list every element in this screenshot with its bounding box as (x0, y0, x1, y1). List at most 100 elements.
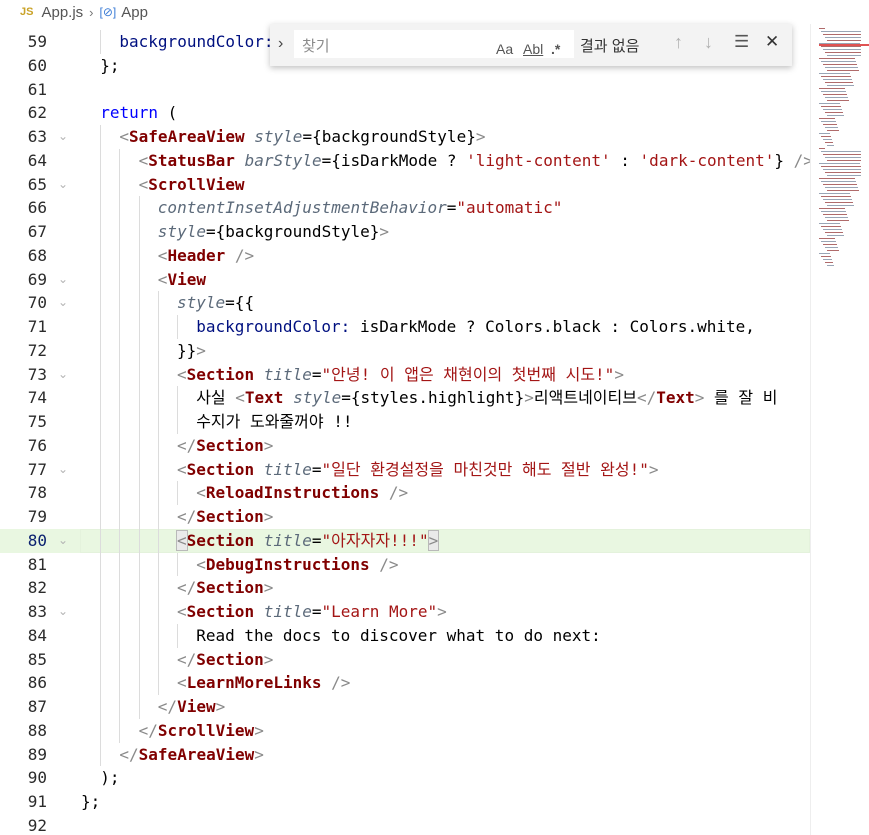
code-line[interactable]: 89 </SafeAreaView> (0, 742, 810, 767)
previous-match-arrow-icon[interactable]: ↑ (674, 32, 683, 53)
indent-guide (138, 291, 140, 315)
fold-chevron-icon[interactable]: ⌄ (58, 600, 68, 624)
code-line[interactable]: 82 </Section> (0, 576, 810, 600)
fold-chevron-icon[interactable]: ⌄ (58, 125, 68, 149)
indent-guide (119, 338, 121, 363)
code-token: > (215, 697, 226, 716)
fold-chevron-icon[interactable]: ⌄ (58, 529, 68, 553)
code-line[interactable]: 85 </Section> (0, 647, 810, 672)
indent-guide (119, 243, 121, 268)
fold-chevron-icon[interactable]: ⌄ (58, 173, 68, 197)
minimap-line (825, 247, 838, 248)
code-line[interactable]: 79 </Section> (0, 505, 810, 529)
indent-guide (157, 386, 159, 410)
indent-guide (100, 552, 102, 577)
code-line[interactable]: 67 style={backgroundStyle}> (0, 220, 810, 244)
whole-word-icon[interactable]: Abl (523, 41, 543, 57)
code-line[interactable]: 62 return ( (0, 101, 810, 125)
minimap[interactable] (810, 24, 869, 835)
code-line[interactable]: 90); (0, 766, 810, 790)
code-token: > (648, 459, 659, 479)
code-line[interactable]: 71 backgroundColor: isDarkMode ? Colors.b… (0, 315, 810, 339)
code-editor[interactable]: 59 backgroundColor: 60}; 61 62 return (63 ⌄ <Sa… (0, 30, 810, 835)
code-token: /> (234, 245, 255, 265)
code-line[interactable]: 86 <LearnMoreLinks /> (0, 671, 810, 695)
code-line[interactable]: 68 <Header /> (0, 243, 810, 268)
indent-guide (119, 410, 121, 434)
code-line[interactable]: 63 ⌄ <SafeAreaView style={backgroundStyle}… (0, 125, 810, 149)
indent-guide (100, 528, 102, 553)
code-token: < (177, 673, 187, 693)
breadcrumb-file[interactable]: App.js (41, 4, 83, 21)
code-line[interactable]: 92 (0, 814, 810, 835)
code-line[interactable]: 88 </ScrollView> (0, 718, 810, 743)
breadcrumb-symbol[interactable]: App (121, 4, 148, 21)
code-token: </ (177, 649, 197, 669)
code-token: < (177, 459, 187, 479)
indent-guide (177, 552, 178, 577)
code-line[interactable]: 83 ⌄ <Section title="Learn More"> (0, 600, 810, 624)
minimap-line (823, 184, 857, 185)
code-token: Section (196, 507, 264, 526)
code-token: barStyle (244, 150, 322, 170)
code-line[interactable]: 81 <DebugInstructions /> (0, 552, 810, 577)
code-line[interactable]: 87 </View> (0, 695, 810, 719)
code-line[interactable]: 84 Read the docs to discover what to do n… (0, 623, 810, 648)
code-text: }; (81, 790, 100, 814)
indent-guide (157, 505, 159, 529)
code-line[interactable]: 73 ⌄ <Section title="안녕! 이 앱은 채현이의 첫번째 시도!… (0, 362, 810, 387)
find-input[interactable]: 찾기 Aa Abl .* (294, 30, 574, 58)
code-token: Text (656, 388, 695, 408)
code-line[interactable]: 78 <ReloadInstructions /> (0, 481, 810, 505)
minimap-line (823, 124, 837, 125)
code-text: <Header /> (158, 244, 254, 268)
minimap-line (823, 94, 847, 95)
indent-guide (138, 528, 140, 553)
indent-guide (119, 623, 121, 648)
code-line[interactable]: 80 ⌄ <Section title="아자자자!!!"> (0, 528, 810, 553)
code-token: Section (196, 435, 264, 455)
code-line[interactable]: 70 ⌄ style={{ (0, 291, 810, 315)
next-match-arrow-icon[interactable]: ↓ (704, 32, 713, 53)
indent-guide (138, 671, 140, 695)
minimap-line (823, 64, 857, 65)
regex-icon[interactable]: .* (551, 41, 560, 57)
code-line[interactable]: 64 <StatusBar barStyle={isDarkMode ? 'lig… (0, 148, 810, 173)
close-icon[interactable]: ✕ (765, 32, 779, 52)
code-line[interactable]: 74 사실 <Text style={styles.highlight}>리액트네… (0, 386, 810, 410)
minimap-line (823, 139, 832, 140)
code-line[interactable]: 69 ⌄ <View (0, 267, 810, 292)
indent-guide (138, 243, 140, 268)
toggle-replace-chevron-icon[interactable]: › (278, 35, 283, 53)
code-line[interactable]: 72}}> (0, 338, 810, 363)
minimap-line (827, 40, 861, 41)
indent-guide (119, 148, 121, 173)
code-token: title (263, 459, 312, 479)
minimap-line (823, 229, 842, 230)
fold-chevron-icon[interactable]: ⌄ (58, 268, 68, 292)
code-text: contentInsetAdjustmentBehavior="automati… (158, 196, 563, 220)
minimap-line (827, 130, 839, 131)
code-text: <View (158, 268, 206, 292)
code-line[interactable]: 77 ⌄ <Section title="일단 환경설정을 마친것만 해도 절반 완… (0, 457, 810, 482)
find-in-selection-icon[interactable]: ☰ (734, 32, 749, 52)
code-line[interactable]: 76 </Section> (0, 433, 810, 458)
code-line[interactable]: 91}; (0, 790, 810, 814)
line-number: 90 (27, 768, 47, 788)
code-line[interactable]: 65 ⌄ <ScrollView (0, 172, 810, 197)
fold-chevron-icon[interactable]: ⌄ (58, 363, 68, 387)
code-token: Text (244, 388, 284, 408)
fold-chevron-icon[interactable]: ⌄ (58, 458, 68, 482)
minimap-line (827, 55, 861, 56)
minimap-line (825, 172, 861, 173)
indent-guide (119, 267, 121, 292)
minimap-line (823, 199, 852, 200)
match-case-icon[interactable]: Aa (496, 41, 513, 57)
indent-guide (100, 243, 102, 268)
fold-chevron-icon[interactable]: ⌄ (58, 291, 68, 315)
minimap-line (827, 250, 839, 251)
code-line[interactable]: 75 수지가 도와줄꺼야 !! (0, 410, 810, 434)
code-line[interactable]: 61 (0, 78, 810, 102)
code-line[interactable]: 66 contentInsetAdjustmentBehavior="automa… (0, 196, 810, 220)
line-number: 84 (27, 625, 47, 645)
